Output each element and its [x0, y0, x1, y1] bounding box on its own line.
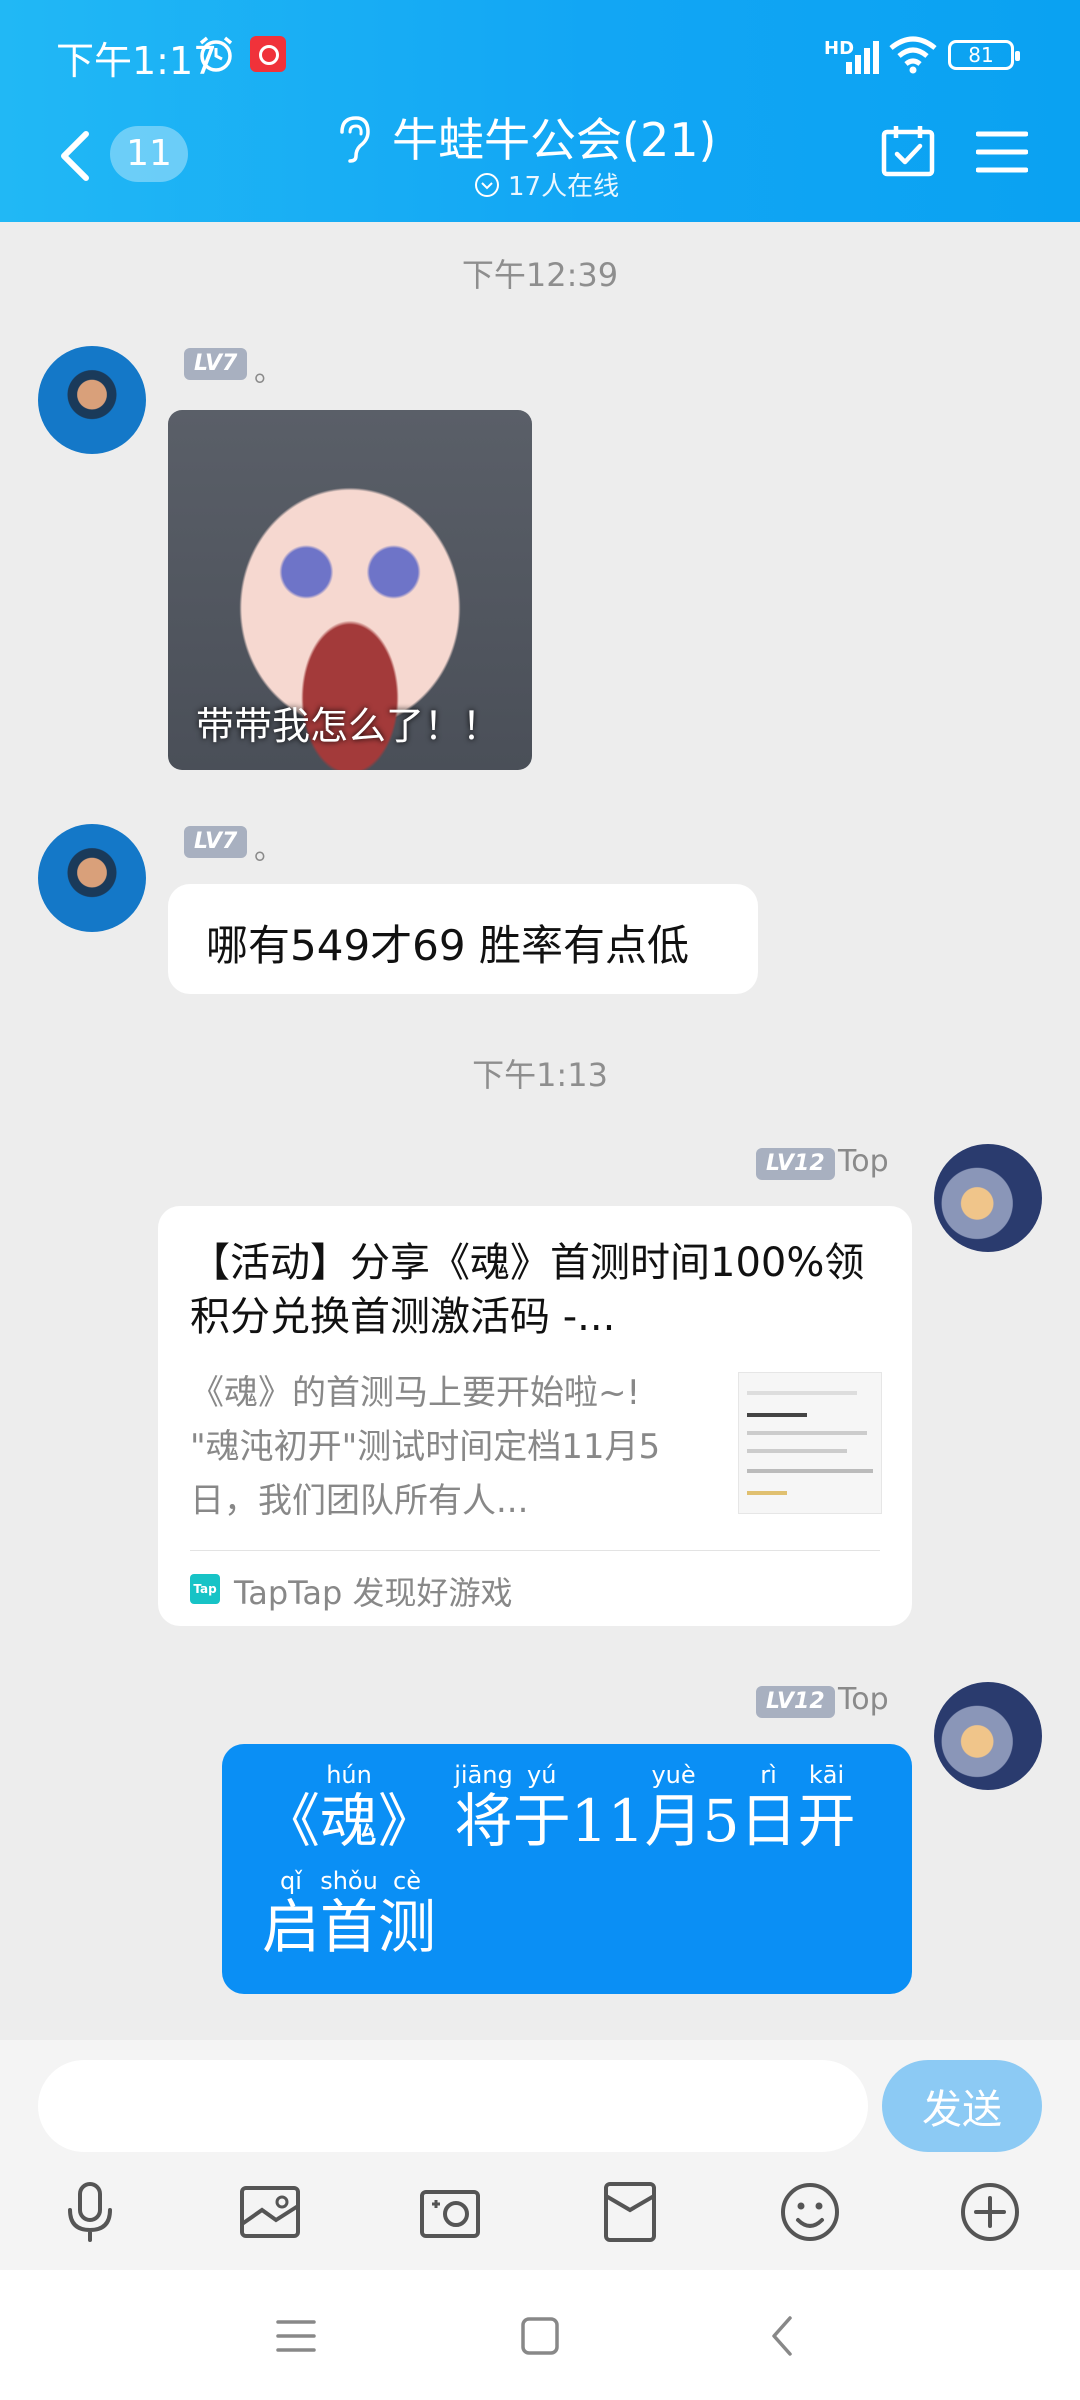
microphone-icon[interactable] — [58, 2180, 122, 2244]
sender-name: 。 — [254, 354, 284, 389]
level-badge: LV12 — [756, 1148, 835, 1180]
ruby-char: 开kāi — [797, 1761, 856, 1855]
sender-name: 。 — [254, 832, 284, 867]
avatar[interactable] — [934, 1144, 1042, 1252]
sticker-caption: 带带我怎么了！！ — [196, 704, 501, 748]
message-bubble[interactable]: 《魂hún》 将jiāng于yú11月yuè5日rì开kāi 启qǐ首shǒu测… — [222, 1744, 912, 1994]
music-app-icon — [250, 36, 286, 72]
alarm-icon — [199, 36, 233, 72]
unread-count-badge[interactable]: 11 — [110, 126, 188, 182]
plus-icon[interactable] — [958, 2180, 1022, 2244]
avatar[interactable] — [934, 1682, 1042, 1790]
message-input[interactable] — [38, 2060, 868, 2152]
link-card-thumbnail — [738, 1372, 882, 1514]
menu-icon[interactable] — [976, 130, 1028, 174]
calendar-check-icon[interactable] — [880, 122, 936, 178]
camera-icon[interactable] — [418, 2180, 482, 2244]
sender-name: Top — [838, 1682, 889, 1717]
divider — [190, 1550, 880, 1551]
message-text-line: 启qǐ首shǒu测cè — [262, 1867, 437, 1964]
level-badge: LV12 — [756, 1686, 835, 1718]
ruby-char: 将jiāng — [454, 1761, 513, 1855]
battery-indicator: 81 — [948, 40, 1020, 70]
ruby-char: 首shǒu — [320, 1867, 379, 1961]
ear-icon[interactable] — [334, 114, 374, 164]
recents-icon[interactable] — [274, 2314, 318, 2358]
ruby-char: 》 — [378, 1787, 437, 1855]
back-arrow-icon[interactable] — [56, 128, 96, 184]
input-area: 发送 — [0, 2040, 1080, 2270]
avatar[interactable] — [38, 824, 146, 932]
emoji-icon[interactable] — [778, 2180, 842, 2244]
link-card-description: 《魂》的首测马上要开始啦~! "魂沌初开"测试时间定档11月5日，我们团队所有人… — [190, 1373, 661, 1521]
red-packet-icon[interactable] — [598, 2180, 662, 2244]
avatar[interactable] — [38, 346, 146, 454]
group-title[interactable]: 牛蛙牛公会(21) — [392, 104, 716, 170]
chat-header: 下午1:17 HD 81 11 牛蛙牛公会(21) 17人在线 — [0, 0, 1080, 222]
system-nav-bar — [0, 2270, 1080, 2400]
ruby-char: 日rì — [739, 1761, 798, 1855]
image-icon[interactable] — [238, 2180, 302, 2244]
level-badge: LV7 — [184, 348, 248, 380]
home-icon[interactable] — [518, 2314, 562, 2358]
message-bubble[interactable]: 哪有549才69 胜率有点低 — [168, 884, 758, 994]
sender-name: Top — [838, 1144, 889, 1179]
ruby-char: 《 — [262, 1787, 321, 1855]
message-timestamp: 下午12:39 — [461, 256, 619, 294]
ruby-char: 5 — [702, 1787, 740, 1855]
ruby-char: 魂hún — [320, 1761, 379, 1855]
message-text-line: 《魂hún》 将jiāng于yú11月yuè5日rì开kāi — [262, 1761, 856, 1858]
link-card-source: TapTap 发现好游戏 — [234, 1574, 513, 1612]
message-timestamp: 下午1:13 — [472, 1056, 608, 1094]
taptap-logo-icon: Tap — [190, 1574, 220, 1604]
ruby-char: 于yú — [512, 1761, 571, 1855]
message-text: 哪有549才69 胜率有点低 — [206, 921, 689, 970]
ruby-char: 月yuè — [644, 1761, 703, 1855]
status-time: 下午1:17 — [56, 39, 218, 83]
link-card-title: 【活动】分享《魂》首测时间100%领积分兑换首测激活码 -... — [190, 1240, 865, 1340]
ruby-char: 测cè — [378, 1867, 437, 1961]
online-status[interactable]: 17人在线 — [474, 166, 619, 203]
sticker-image[interactable]: 带带我怎么了！！ — [168, 410, 532, 770]
send-button[interactable]: 发送 — [882, 2060, 1042, 2152]
level-badge: LV7 — [184, 826, 248, 858]
back-icon[interactable] — [762, 2314, 806, 2358]
ruby-char: 启qǐ — [262, 1867, 321, 1961]
signal-icon — [846, 41, 879, 74]
chevron-down-circle-icon — [475, 172, 499, 197]
ruby-char: 11 — [570, 1787, 645, 1855]
link-card[interactable]: 【活动】分享《魂》首测时间100%领积分兑换首测激活码 -... 《魂》的首测马… — [158, 1206, 912, 1626]
online-count: 17人在线 — [508, 172, 620, 202]
wifi-icon — [889, 36, 937, 74]
